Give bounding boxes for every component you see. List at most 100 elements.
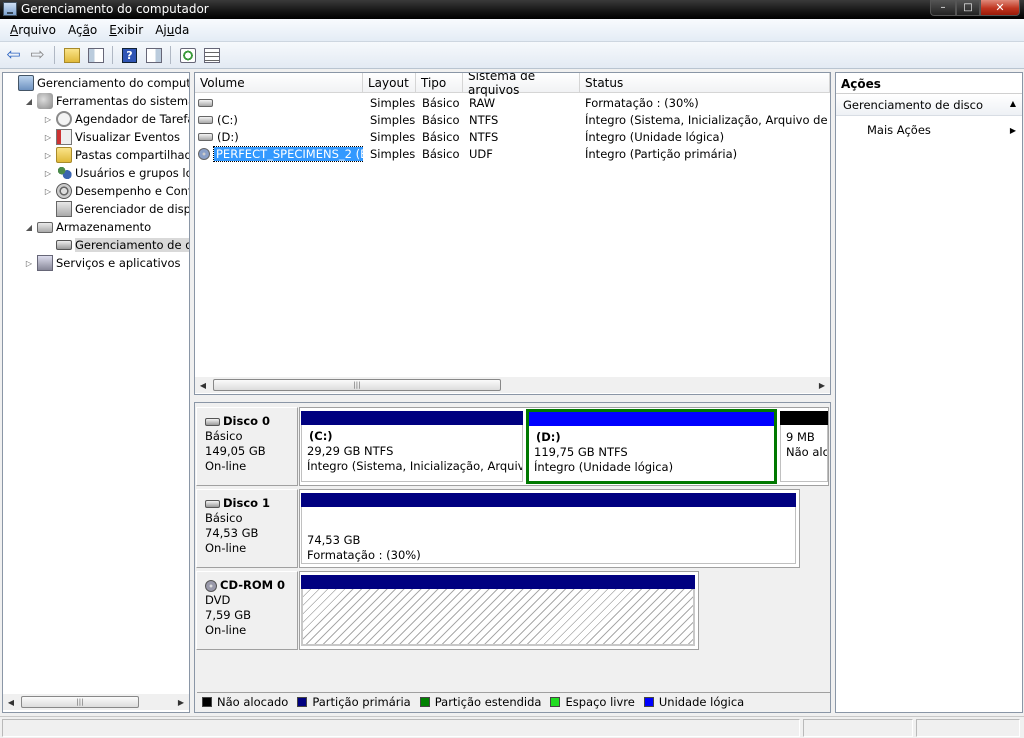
expand-toggle-icon[interactable]: ▷ xyxy=(24,259,34,268)
minimize-button[interactable]: – xyxy=(930,0,956,16)
partition-d-status: Íntegro (Unidade lógica) xyxy=(534,460,674,474)
scroll-thumb[interactable]: ||| xyxy=(21,696,139,708)
expand-toggle-icon[interactable]: ◢ xyxy=(24,223,34,232)
tree-item-label: Armazenamento xyxy=(56,220,152,234)
close-button[interactable]: ✕ xyxy=(980,0,1020,16)
title-bar: Gerenciamento do computador – □ ✕ xyxy=(0,0,1024,19)
disk-1-label[interactable]: Disco 1 Básico 74,53 GB On-line xyxy=(196,489,298,568)
scroll-right-arrow[interactable]: ▶ xyxy=(814,381,830,390)
cdrom-media[interactable] xyxy=(301,575,695,646)
tree-item[interactable]: ▷ Usuários e grupos locais xyxy=(43,164,189,182)
forward-button[interactable]: ⇨ xyxy=(27,45,48,66)
cdrom-0-size: 7,59 GB xyxy=(205,608,252,622)
disk-0-label[interactable]: Disco 0 Básico 149,05 GB On-line xyxy=(196,407,298,486)
volume-row[interactable]: (D:) Simples Básico NTFS Íntegro (Unidade ló… xyxy=(195,128,830,145)
column-header-volume[interactable]: Volume xyxy=(195,73,363,93)
up-folder-button[interactable] xyxy=(61,45,82,66)
partition-d-size: 119,75 GB NTFS xyxy=(534,445,628,459)
expand-toggle-icon[interactable]: ▷ xyxy=(43,151,53,160)
folder-up-icon xyxy=(63,47,80,63)
legend-item: Partição estendida xyxy=(419,695,541,709)
volume-name: (D:) xyxy=(217,129,239,144)
menu-ajuda[interactable]: Ajuda xyxy=(149,23,195,37)
volume-horizontal-scrollbar[interactable]: ◀ ||| ▶ xyxy=(195,377,830,393)
tree-item[interactable]: ▷ Pastas compartilhadas xyxy=(43,146,189,164)
unallocated-status: Não alocado xyxy=(786,445,828,459)
scroll-track[interactable]: ||| xyxy=(19,694,173,710)
disk-1-state: On-line xyxy=(205,541,247,555)
volume-name: PERFECT_SPECIMENS_2 (E:) xyxy=(213,145,363,162)
show-hide-tree-button[interactable] xyxy=(85,45,106,66)
menu-arquivo[interactable]: Arquivo xyxy=(4,23,62,37)
disk-0-layout: (C:) 29,29 GB NTFS Íntegro (Sistema, Ini… xyxy=(299,407,829,486)
partition-d-extended[interactable]: (D:) 119,75 GB NTFS Íntegro (Unidade lóg… xyxy=(526,409,777,484)
status-segment xyxy=(803,719,913,737)
expand-toggle-icon[interactable]: ◢ xyxy=(24,97,34,106)
maximize-button[interactable]: □ xyxy=(956,0,980,16)
clock-icon xyxy=(56,111,72,127)
tree-item-label: Agendador de Tarefas xyxy=(75,112,190,126)
collapse-icon[interactable]: ▲ xyxy=(1010,99,1016,108)
tree-item[interactable]: ▷ Serviços e aplicativos xyxy=(24,254,180,272)
scroll-left-arrow[interactable]: ◀ xyxy=(3,698,19,707)
column-header-tipo[interactable]: Tipo xyxy=(416,73,463,93)
menu-exibir[interactable]: Exibir xyxy=(103,23,149,37)
properties-icon xyxy=(203,47,220,63)
column-header-status[interactable]: Status xyxy=(580,73,830,93)
scroll-right-arrow[interactable]: ▶ xyxy=(173,698,189,707)
tree-item[interactable]: ▷ Visualizar Eventos xyxy=(43,128,180,146)
actions-section-disk-management[interactable]: Gerenciamento de disco ▲ xyxy=(836,94,1022,116)
volume-cell-volume: (C:) xyxy=(198,111,363,128)
tree-item[interactable]: ▷ Agendador de Tarefas xyxy=(43,110,190,128)
expand-toggle-icon[interactable]: ▷ xyxy=(43,187,53,196)
volume-row[interactable]: PERFECT_SPECIMENS_2 (E:) Simples Básico UDF… xyxy=(195,145,830,162)
menu-acao[interactable]: Ação xyxy=(62,23,103,37)
volume-cell-layout: Simples xyxy=(370,95,416,110)
tree-item[interactable]: Gerenciamento do computad xyxy=(5,74,189,92)
partition-bar xyxy=(301,411,523,425)
show-hide-action-pane-button[interactable] xyxy=(143,45,164,66)
column-header-layout[interactable]: Layout xyxy=(363,73,416,93)
scroll-thumb[interactable]: ||| xyxy=(213,379,501,391)
expand-toggle-icon[interactable]: ▷ xyxy=(43,115,53,124)
partition-info: 9 MB Não alocado xyxy=(780,425,828,482)
disk-graphical-view: Disco 0 Básico 149,05 GB On-line (C:) 29… xyxy=(194,402,831,713)
tree-item[interactable]: Gerenciamento de disco xyxy=(43,236,189,254)
more-actions-item[interactable]: Mais Ações ▶ xyxy=(836,121,1022,139)
cdrom-0-label[interactable]: CD-ROM 0 DVD 7,59 GB On-line xyxy=(196,571,298,650)
legend-label: Partição primária xyxy=(312,694,411,709)
partition-c[interactable]: (C:) 29,29 GB NTFS Íntegro (Sistema, Ini… xyxy=(301,411,523,482)
volume-row[interactable]: (C:) Simples Básico NTFS Íntegro (Sistema, I… xyxy=(195,111,830,128)
volume-list: Volume Layout Tipo Sistema de arquivos S… xyxy=(194,72,831,395)
tree-horizontal-scrollbar[interactable]: ◀ ||| ▶ xyxy=(3,694,189,710)
help-button[interactable]: ? xyxy=(119,45,140,66)
hard-disk-icon xyxy=(198,132,213,141)
expand-toggle-icon[interactable]: ▷ xyxy=(43,133,53,142)
unallocated-space[interactable]: 9 MB Não alocado xyxy=(780,411,828,482)
tree-item[interactable]: ◢ Ferramentas do sistema xyxy=(24,92,189,110)
tree-item[interactable]: Gerenciador de dispositivos xyxy=(43,200,189,218)
scroll-track[interactable]: ||| xyxy=(211,377,814,393)
window-title: Gerenciamento do computador xyxy=(21,2,209,16)
back-button[interactable]: ⇦ xyxy=(3,45,24,66)
tree-item[interactable]: ▷ Desempenho e Confiança xyxy=(43,182,189,200)
expand-toggle-icon[interactable]: ▷ xyxy=(43,169,53,178)
properties-button[interactable] xyxy=(201,45,222,66)
column-header-fs[interactable]: Sistema de arquivos xyxy=(463,73,580,97)
disk-0-name: Disco 0 xyxy=(223,414,271,428)
volume-row[interactable]: Simples Básico RAW Formatação : (30%) xyxy=(195,94,830,111)
legend-swatch xyxy=(297,696,308,707)
refresh-button[interactable] xyxy=(177,45,198,66)
more-actions-label: Mais Ações xyxy=(867,123,931,137)
tools-icon xyxy=(37,93,53,109)
partition-c-name: (C:) xyxy=(309,429,333,443)
legend-swatch xyxy=(202,696,212,707)
scroll-left-arrow[interactable]: ◀ xyxy=(195,381,211,390)
partition-disk-1[interactable]: 74,53 GB Formatação : (30%) xyxy=(301,493,796,564)
tree-item[interactable]: ◢ Armazenamento xyxy=(24,218,151,236)
users-icon xyxy=(56,165,72,181)
volume-cell-tipo: Básico xyxy=(422,146,460,161)
volume-cell-tipo: Básico xyxy=(422,129,460,144)
volume-cell-fs: UDF xyxy=(469,146,493,161)
legend-item: Não alocado xyxy=(202,695,288,709)
